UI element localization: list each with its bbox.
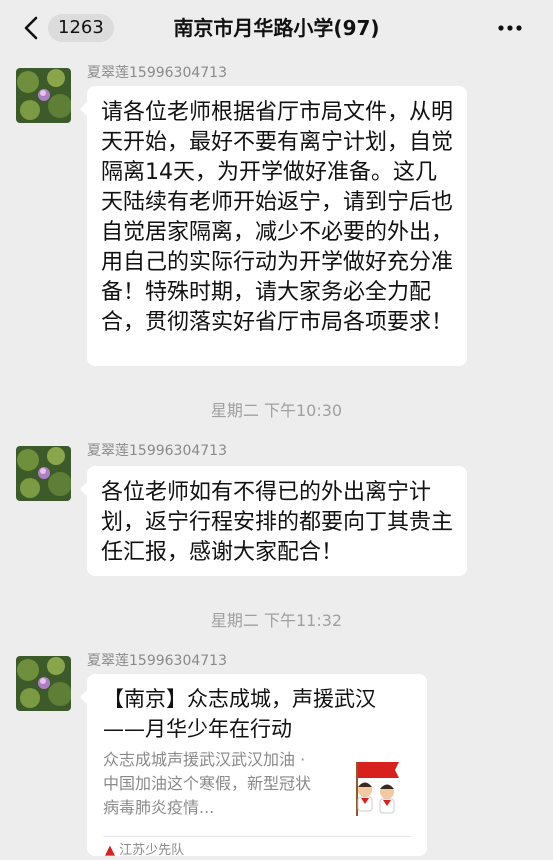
sender-name: 夏翠莲15996304713 [87,653,227,669]
chevron-left-icon[interactable] [18,14,46,42]
pioneers-flag-thumbnail [356,762,399,816]
message-bubble[interactable]: 各位老师如有不得已的外出离宁计划，返宁行程安排的都要向丁其贵主任汇报，感谢大家配… [80,466,467,576]
link-card-title: 【南京】众志成城，声援武汉——月华少年在行动 [103,687,376,741]
link-card-source: ▲ 江苏少先队 [105,842,184,860]
sender-name: 夏翠莲15996304713 [87,443,227,459]
avatar[interactable] [16,68,71,123]
avatar[interactable] [16,446,71,501]
chat-header: 1263 南京市月华路小学(97) [0,0,553,56]
ellipsis-icon[interactable] [497,22,523,34]
chat-title: 南京市月华路小学(97) [173,16,380,40]
avatar[interactable] [16,656,71,711]
link-card-description: 众志成城声援武汉武汉加油 · 中国加油这个寒假，新型冠状病毒肺炎疫情... [103,750,312,817]
card-divider [103,836,411,837]
timestamp: 星期二 下午10:30 [210,401,343,420]
link-card[interactable]: 【南京】众志成城，声援武汉——月华少年在行动 众志成城声援武汉武汉加油 · 中国… [80,674,427,858]
unread-count-badge[interactable]: 1263 [48,14,114,42]
sender-name: 夏翠莲15996304713 [87,65,227,81]
message-bubble[interactable]: 请各位老师根据省厅市局文件，从明天开始，最好不要有离宁计划，自觉隔离14天，为开… [80,86,467,366]
timestamp: 星期二 下午11:32 [210,611,343,630]
